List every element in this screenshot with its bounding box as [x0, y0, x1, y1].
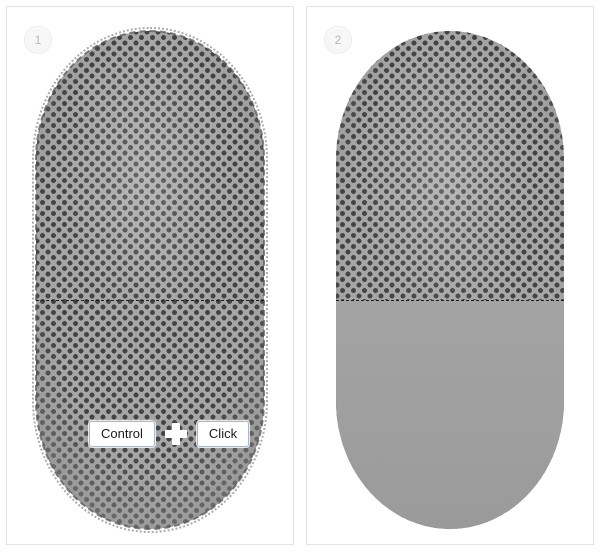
- halftone-artwork-1: [36, 31, 264, 529]
- plus-icon: [164, 422, 188, 446]
- screenshot-root: 1 Control Click 2: [0, 0, 600, 558]
- step-panel-1: 1 Control Click: [6, 6, 294, 545]
- control-key-button[interactable]: Control: [89, 421, 155, 447]
- masked-region-fill: [336, 299, 564, 529]
- click-key-button[interactable]: Click: [196, 421, 250, 447]
- step-panel-2: 2 Layer 1: [306, 6, 594, 545]
- halftone-artwork-2: [336, 31, 564, 529]
- shortcut-hint-1: Control Click: [89, 421, 250, 447]
- marching-ants-line-2: [336, 299, 564, 301]
- step-badge-2: 2: [324, 26, 352, 54]
- step-badge-1: 1: [24, 26, 52, 54]
- halftone-dot-layer-b: [36, 31, 264, 529]
